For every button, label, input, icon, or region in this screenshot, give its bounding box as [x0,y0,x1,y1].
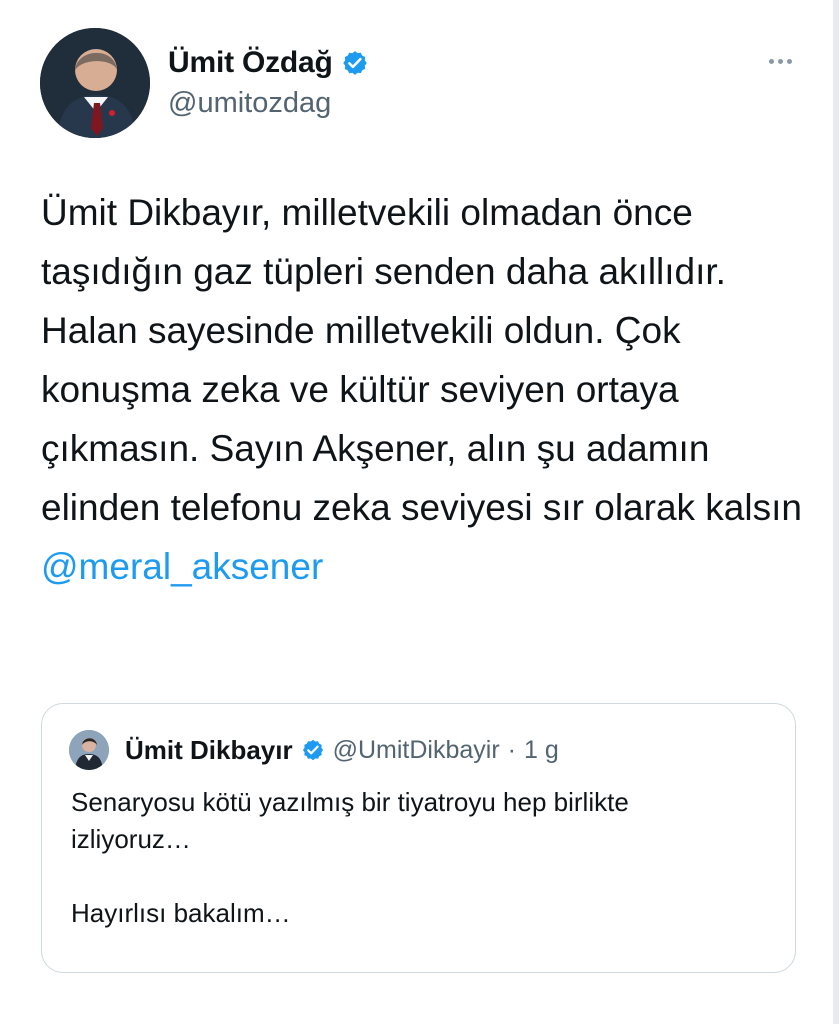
quoted-tweet-text: Senaryosu kötü yazılmış bir tiyatroyu he… [71,787,629,928]
window-edge [833,0,839,1024]
more-horizontal-icon-dot [777,58,783,64]
tweet-body: Ümit Dikbayır, milletvekili olmadan önce… [41,192,802,528]
more-horizontal-icon-dot [768,58,774,64]
separator-dot: · [507,735,516,764]
more-horizontal-icon-dot [786,58,792,64]
quoted-tweet-card[interactable]: Ümit Dikbayır @UmitDikbayir · 1 g Senary… [41,703,796,973]
avatar-image [40,28,150,138]
avatar[interactable] [40,28,150,138]
tweet-header: Ümit Özdağ @umitozdag [40,28,800,140]
quoted-avatar-image [69,730,109,770]
quoted-tweet-header: Ümit Dikbayır @UmitDikbayir · 1 g [69,730,559,770]
mention-link[interactable]: @meral_aksener [41,546,323,587]
display-name-row: Ümit Özdağ [168,44,369,82]
verified-badge-icon [341,49,369,77]
quoted-avatar[interactable] [69,730,109,770]
tweet-text: Ümit Dikbayır, milletvekili olmadan önce… [41,183,811,596]
verified-badge-icon [301,738,325,762]
quoted-display-name[interactable]: Ümit Dikbayır [125,735,293,766]
quoted-time[interactable]: 1 g [524,736,559,765]
author-block: Ümit Özdağ @umitozdag [168,44,369,121]
quoted-handle[interactable]: @UmitDikbayir [333,736,500,765]
author-handle[interactable]: @umitozdag [168,86,369,121]
display-name[interactable]: Ümit Özdağ [168,45,333,81]
more-options-button[interactable] [760,46,800,76]
